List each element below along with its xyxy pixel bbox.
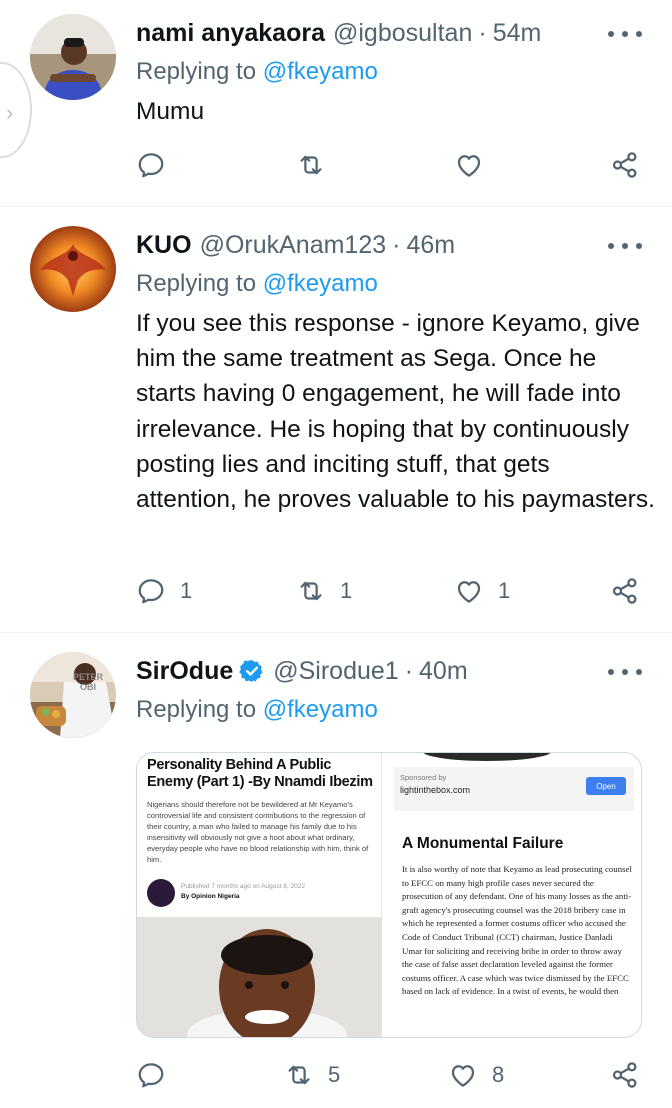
verified-badge-icon	[239, 659, 263, 683]
article-section-body: It is also worthy of note that Keyamo as…	[402, 864, 632, 997]
user-handle[interactable]: @OrukAnam123	[200, 231, 387, 260]
article-photo	[137, 917, 381, 1037]
replying-to: Replying to @fkeyamo	[136, 696, 378, 724]
timestamp[interactable]: 54m	[493, 19, 542, 48]
replying-to-link[interactable]: @fkeyamo	[263, 58, 378, 85]
tweet-actions: 1 1 1	[0, 576, 672, 610]
share-icon	[612, 578, 637, 604]
tweet-text: Mumu	[136, 98, 205, 125]
heart-icon	[457, 581, 481, 603]
replying-to: Replying to @fkeyamo	[136, 58, 378, 86]
like-count: 1	[498, 578, 511, 603]
article-left-panel: Personality Behind A Public Enemy (Part …	[137, 752, 381, 1037]
divider	[0, 206, 672, 207]
share-button[interactable]	[610, 150, 640, 180]
replying-to-link[interactable]: @fkeyamo	[263, 696, 378, 723]
like-button[interactable]: 8	[448, 1060, 504, 1090]
more-options-icon[interactable]	[608, 236, 642, 256]
retweet-icon	[300, 155, 322, 175]
share-button[interactable]	[610, 1060, 640, 1090]
tweet-text: If you see this response - ignore Keyamo…	[136, 310, 655, 514]
like-button[interactable]: 1	[454, 576, 510, 606]
share-icon	[612, 1062, 637, 1088]
article-published: Published 7 months ago on August 8, 2022	[181, 883, 305, 890]
replying-label: Replying to	[136, 270, 257, 297]
replying-to: Replying to @fkeyamo	[136, 270, 378, 298]
timestamp[interactable]: 46m	[406, 231, 455, 260]
reply-button[interactable]	[136, 1060, 166, 1090]
tweet-actions: 5 8	[0, 1060, 672, 1094]
shirt-text: PETER OBI	[72, 672, 103, 692]
author-avatar	[147, 879, 175, 907]
article-headline: Personality Behind A Public Enemy (Part …	[147, 757, 373, 790]
divider	[0, 632, 672, 633]
article-right-panel: Sponsored by lightinthebox.com Open A Mo…	[381, 753, 641, 1037]
replying-to-link[interactable]: @fkeyamo	[263, 270, 378, 297]
retweet-icon	[288, 1065, 310, 1085]
open-ad-button[interactable]: Open	[586, 777, 626, 795]
separator: ·	[392, 230, 401, 259]
partial-image-top	[422, 753, 552, 761]
sponsored-label: Sponsored by	[400, 773, 447, 782]
retweet-button[interactable]: 1	[296, 576, 352, 606]
like-button[interactable]	[454, 150, 484, 180]
replying-label: Replying to	[136, 58, 257, 85]
reply-icon	[138, 1063, 164, 1088]
retweet-button[interactable]: 5	[284, 1060, 340, 1090]
more-options-icon[interactable]	[608, 662, 642, 682]
reply-button[interactable]	[136, 150, 166, 180]
like-count: 8	[492, 1062, 505, 1087]
tweet-header: KUO @OrukAnam123 · 46m	[136, 228, 455, 262]
cut-headline	[147, 752, 377, 753]
retweet-count: 5	[328, 1062, 341, 1087]
avatar[interactable]: PETER OBI	[30, 652, 116, 738]
reply-icon	[138, 153, 164, 178]
tweet-header: nami anyakaora @igbosultan · 54m	[136, 16, 541, 50]
tweet-media-image[interactable]: Personality Behind A Public Enemy (Part …	[136, 752, 642, 1038]
separator: ·	[478, 18, 487, 47]
share-button[interactable]	[610, 576, 640, 606]
heart-icon	[451, 1065, 475, 1087]
user-handle[interactable]: @igbosultan	[333, 19, 472, 48]
sponsor-site: lightinthebox.com	[400, 785, 471, 795]
back-swipe-handle[interactable]: ›	[0, 62, 32, 158]
retweet-count: 1	[340, 578, 353, 603]
timestamp[interactable]: 40m	[419, 657, 468, 686]
reply-button[interactable]: 1	[136, 576, 192, 606]
tweet-actions	[0, 150, 672, 184]
user-handle[interactable]: @Sirodue1	[273, 657, 398, 686]
replying-label: Replying to	[136, 696, 257, 723]
retweet-icon	[300, 581, 322, 601]
share-icon	[612, 152, 637, 178]
display-name[interactable]: nami anyakaora	[136, 19, 325, 48]
heart-icon	[457, 155, 481, 177]
chevron-right-icon: ›	[6, 100, 14, 125]
reply-icon	[138, 579, 164, 604]
display-name[interactable]: SirOdue	[136, 657, 233, 686]
article-byline: By Opinion Nigeria	[181, 893, 240, 900]
separator: ·	[404, 656, 414, 685]
article-excerpt: Nigerians should therefore not be bewild…	[147, 800, 369, 864]
avatar[interactable]	[30, 14, 116, 100]
reply-count: 1	[180, 578, 193, 603]
retweet-button[interactable]	[296, 150, 326, 180]
tweet-header: SirOdue @Sirodue1 · 40m	[136, 654, 468, 688]
more-options-icon[interactable]	[608, 24, 642, 44]
avatar[interactable]	[30, 226, 116, 312]
display-name[interactable]: KUO	[136, 231, 192, 260]
sponsored-banner: Sponsored by lightinthebox.com Open	[394, 767, 634, 811]
article-section-headline: A Monumental Failure	[402, 835, 564, 852]
